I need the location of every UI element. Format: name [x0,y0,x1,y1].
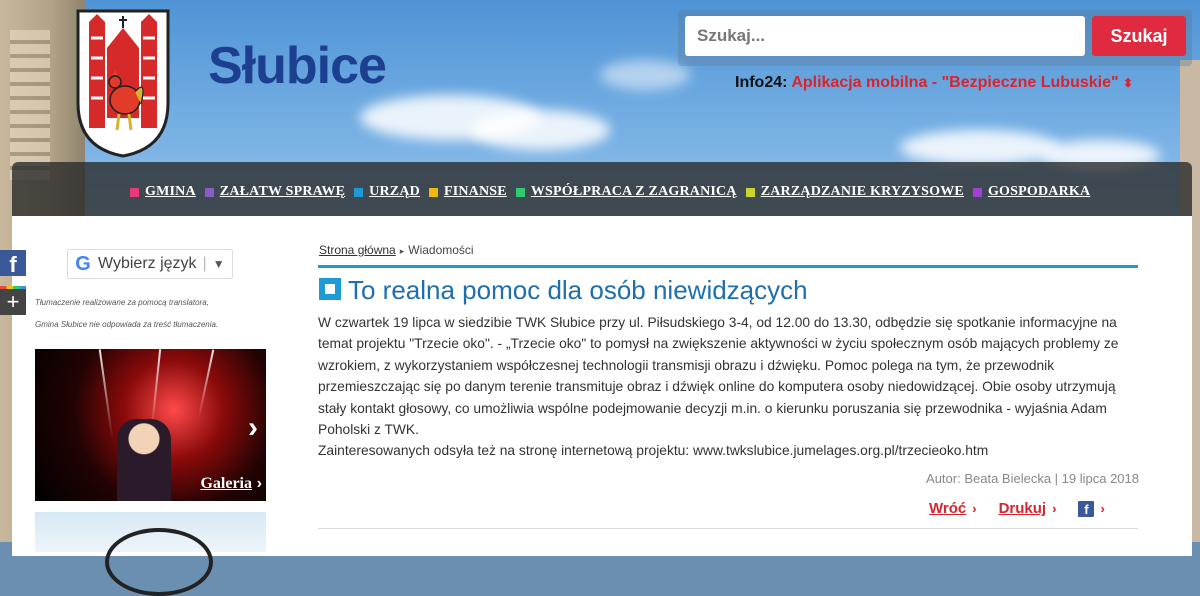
nav-item[interactable]: WSPÓŁPRACA Z ZAGRANICĄ [515,184,737,200]
share-plus-icon[interactable]: + [0,286,26,315]
nav-item[interactable]: FINANSE [428,184,507,200]
nav-link[interactable]: FINANSE [444,184,507,200]
cloud [900,130,1060,165]
stage-light [98,349,114,439]
dropdown-arrow-icon: ▼ [212,257,225,271]
ticker-arrows-icon[interactable]: ⬍ [1123,76,1133,90]
article-title: To realna pomoc dla osób niewidzących [348,275,808,305]
article-meta: Autor: Beata Bielecka | 19 lipca 2018 [926,471,1139,486]
facebook-share-icon[interactable]: f [0,250,26,277]
nav-square-icon [204,187,214,197]
coat-of-arms-logo[interactable] [75,8,171,158]
main-nav: GMINA ZAŁATW SPRAWĘ URZĄD FINANSE WSPÓŁPRACA… [12,162,1192,216]
search-input[interactable] [685,16,1085,56]
performer-photo [117,419,171,501]
nav-link[interactable]: ZARZĄDZANIE KRYZYSOWE [761,184,964,200]
search-button[interactable]: Szukaj [1092,16,1186,56]
article-paragraph-link: Zainteresowanych odsyła też na stronę in… [318,443,989,459]
nav-link[interactable]: WSPÓŁPRACA Z ZAGRANICĄ [531,184,737,200]
article-actions: Wróć › Drukuj › f › [929,500,1105,517]
nav-item[interactable]: ZAŁATW SPRAWĘ [204,184,345,200]
article-bottom-rule [318,528,1138,529]
nav-square-icon [745,187,755,197]
chevron-right-icon: › [1052,501,1057,516]
stage-light [197,349,215,419]
print-link[interactable]: Drukuj [999,500,1047,517]
article-body: W czwartek 19 lipca w siedzibie TWK Słub… [318,312,1140,462]
ticker-link[interactable]: Aplikacja mobilna - "Bezpieczne Lubuskie… [791,74,1118,91]
nav-item[interactable]: URZĄD [354,184,420,200]
breadcrumb: Strona główna ▸ Wiadomości [319,243,474,257]
site-title[interactable]: Słubice [208,36,387,96]
chevron-right-icon: › [972,501,977,516]
breadcrumb-home-link[interactable]: Strona główna [319,243,396,257]
gallery-widget[interactable]: › Galeria › [35,349,266,501]
nav-link[interactable]: ZAŁATW SPRAWĘ [220,184,345,200]
cloud [600,60,690,90]
nav-link[interactable]: GOSPODARKA [988,184,1090,200]
nav-link[interactable]: URZĄD [369,184,420,200]
gallery-arrow-icon[interactable]: › [257,475,262,493]
gallery-link[interactable]: Galeria [200,475,252,493]
news-ticker[interactable]: Info24: Aplikacja mobilna - "Bezpieczne … [735,74,1133,92]
google-icon: G [75,252,91,275]
title-rule [318,265,1138,268]
nav-square-icon [428,187,438,197]
nav-item[interactable]: GMINA [130,184,196,200]
ticker-label: Info24: [735,74,788,91]
nav-item[interactable]: ZARZĄDZANIE KRYZYSOWE [745,184,964,200]
nav-square-icon [354,187,364,197]
back-link[interactable]: Wróć [929,500,966,517]
cloud [470,110,610,150]
title-square-icon [319,278,341,300]
second-gallery-thumbnail[interactable] [35,512,266,596]
nav-square-icon [515,187,525,197]
breadcrumb-separator-icon: ▸ [399,246,405,256]
nav-item[interactable]: GOSPODARKA [972,184,1090,200]
facebook-icon[interactable]: f [1078,500,1095,517]
nav-link[interactable]: GMINA [145,184,196,200]
language-select[interactable]: G Wybierz język | ▼ [67,249,233,279]
chevron-right-icon: › [1100,501,1105,516]
language-select-label: Wybierz język [98,255,197,272]
select-divider: | [202,255,207,272]
translation-note: Tłumaczenie realizowane za pomocą transl… [35,298,209,307]
nav-square-icon [972,187,982,197]
breadcrumb-current: Wiadomości [408,243,474,257]
nav-square-icon [130,187,139,197]
chevron-right-icon[interactable]: › [248,411,258,445]
article-paragraph: W czwartek 19 lipca w siedzibie TWK Słub… [318,315,1119,438]
translation-disclaimer: Gmina Słubice nie odpowiada za treść tłu… [35,320,219,329]
stage-light [150,349,162,429]
